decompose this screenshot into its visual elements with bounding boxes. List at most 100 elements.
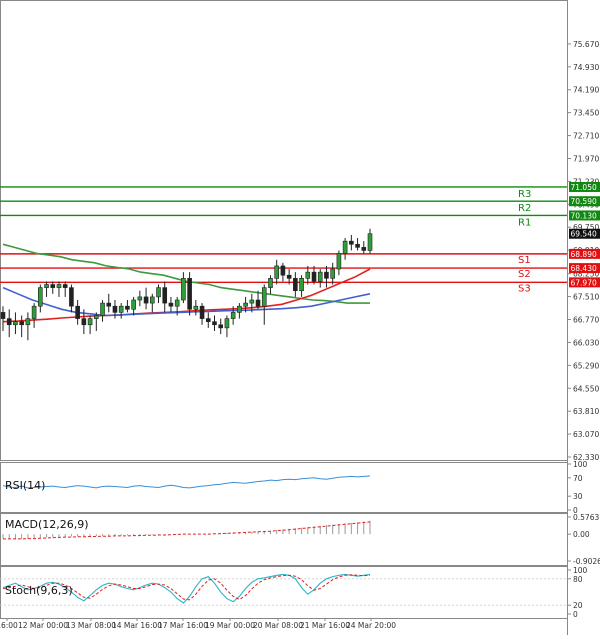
candle-body xyxy=(125,305,130,310)
candle-body xyxy=(25,318,31,326)
stoch-tick-label: 100 xyxy=(573,566,588,575)
chart-root: 75.670 74.930 74.190 73.450 72.710 71.970 71.2… xyxy=(0,0,600,635)
macd-tick-label: -0.9026 xyxy=(573,557,600,566)
candle-body xyxy=(330,268,335,279)
y-tick-label: 66.030 xyxy=(573,338,599,347)
macd-tick-label: 0.00 xyxy=(573,530,590,539)
level-price-label: 70.590 xyxy=(571,197,597,206)
x-tick-label: 13 Mar 08:00 xyxy=(66,621,116,630)
candle-body xyxy=(81,318,87,326)
candle-body xyxy=(174,299,180,307)
candle-body xyxy=(56,284,62,288)
candle-body xyxy=(187,278,192,310)
current-price-label: 69.540 xyxy=(571,230,597,239)
rsi-tick-label: 30 xyxy=(573,492,583,501)
macd-label: MACD(12,26,9) xyxy=(5,518,89,531)
y-tick-label: 63.070 xyxy=(573,430,599,439)
candle-body xyxy=(94,315,99,319)
x-tick-label: 17 Mar 16:00 xyxy=(158,621,208,630)
candle-body xyxy=(361,247,367,251)
y-tick-label: 67.510 xyxy=(573,293,599,302)
level-price-label: 71.050 xyxy=(571,183,597,192)
candle-body xyxy=(274,265,279,279)
y-tick-label: 66.770 xyxy=(573,316,599,325)
candle-body xyxy=(131,299,136,310)
candle-body xyxy=(156,287,161,298)
y-tick-label: 74.190 xyxy=(573,86,599,95)
candle-body xyxy=(31,305,37,319)
candle-body xyxy=(255,299,261,307)
candle-body xyxy=(181,278,186,301)
candle-body xyxy=(6,318,12,326)
stoch-tick-label: 80 xyxy=(573,575,583,584)
candle-body xyxy=(38,287,43,307)
candle-body xyxy=(311,271,317,282)
candle-body xyxy=(317,271,323,282)
candle-body xyxy=(230,312,236,319)
x-tick-label: 19 Mar 00:00 xyxy=(205,621,255,630)
y-tick-label: 71.970 xyxy=(573,154,599,163)
candle-body xyxy=(143,296,149,304)
x-tick-label: 14 Mar 16:00 xyxy=(112,621,162,630)
candle-body xyxy=(118,305,124,313)
macd-tick-label: 0.5763 xyxy=(573,513,599,522)
rsi-label: RSI(14) xyxy=(5,479,45,492)
candle-body xyxy=(367,233,373,251)
candle-body xyxy=(193,305,199,310)
y-tick-label: 63.810 xyxy=(573,407,599,416)
level-name-r3: R3 xyxy=(518,189,531,200)
level-name-r1: R1 xyxy=(518,217,531,228)
candle-body xyxy=(75,305,80,319)
rsi-tick-label: 100 xyxy=(573,460,588,469)
candle-body xyxy=(349,240,354,245)
candle-body xyxy=(50,284,56,288)
candle-body xyxy=(0,312,6,319)
candle-body xyxy=(149,296,155,304)
candle-body xyxy=(342,240,348,254)
level-name-s3: S3 xyxy=(518,283,531,294)
stoch-tick-label: 0 xyxy=(573,610,578,619)
x-tick-label: 12 Mar 00:00 xyxy=(18,621,68,630)
y-tick-label: 65.290 xyxy=(573,361,599,370)
candle-body xyxy=(199,305,205,319)
chart-canvas: 75.67074.93074.19073.45072.71071.97071.2… xyxy=(0,0,600,635)
candle-body xyxy=(205,318,211,322)
candle-body xyxy=(13,321,18,326)
x-tick-label: 16:00 xyxy=(0,621,18,630)
candle-body xyxy=(212,321,217,326)
level-price-label: 70.130 xyxy=(571,211,597,220)
candle-body xyxy=(280,265,286,276)
y-tick-label: 64.550 xyxy=(573,384,599,393)
candle-body xyxy=(19,321,24,326)
candle-body xyxy=(249,299,255,304)
candle-body xyxy=(106,302,112,307)
y-tick-label: 73.450 xyxy=(573,109,599,118)
candle-body xyxy=(324,271,329,279)
stoch-label: Stoch(9,6,3) xyxy=(5,584,73,597)
candle-body xyxy=(218,324,224,329)
candle-body xyxy=(336,253,342,270)
candle-body xyxy=(162,287,168,304)
y-tick-label: 72.710 xyxy=(573,132,599,141)
candle-body xyxy=(224,318,230,329)
y-tick-label: 75.670 xyxy=(573,40,599,49)
candle-body xyxy=(243,302,248,307)
level-name-s1: S1 xyxy=(518,255,531,266)
level-name-r2: R2 xyxy=(518,203,531,214)
candle-body xyxy=(69,287,74,307)
y-tick-label: 74.930 xyxy=(573,63,599,72)
candle-body xyxy=(62,284,68,288)
candle-body xyxy=(293,278,298,292)
candle-body xyxy=(44,284,49,288)
rsi-tick-label: 70 xyxy=(573,474,583,483)
level-price-label: 68.890 xyxy=(571,250,597,259)
candle-body xyxy=(299,278,304,292)
candle-body xyxy=(168,302,174,307)
level-name-s2: S2 xyxy=(518,269,531,280)
x-tick-label: 24 Mar 20:00 xyxy=(346,621,396,630)
candle-body xyxy=(355,243,360,248)
candle-body xyxy=(237,305,242,313)
candle-body xyxy=(100,302,105,316)
stoch-tick-label: 20 xyxy=(573,601,583,610)
candle-body xyxy=(305,271,311,279)
